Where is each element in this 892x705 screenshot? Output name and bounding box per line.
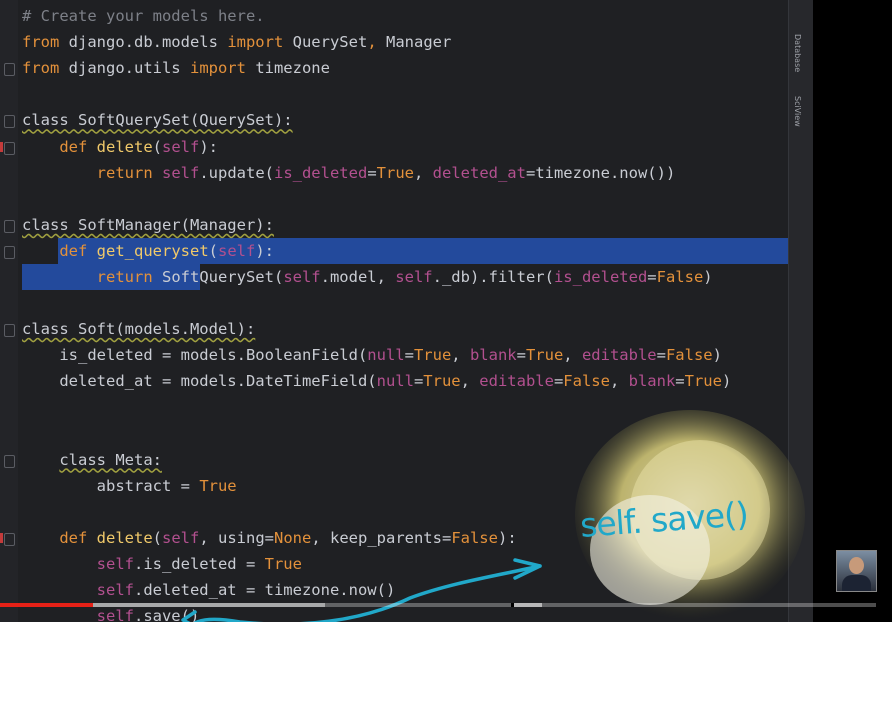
channel-avatar[interactable] [836, 550, 877, 592]
video-frame[interactable]: # Create your models here. from django.db… [0, 0, 892, 622]
progress-played [0, 603, 93, 607]
video-progress-bar[interactable] [0, 603, 876, 607]
annotation-arrow [181, 558, 542, 622]
progress-segment [514, 603, 542, 607]
